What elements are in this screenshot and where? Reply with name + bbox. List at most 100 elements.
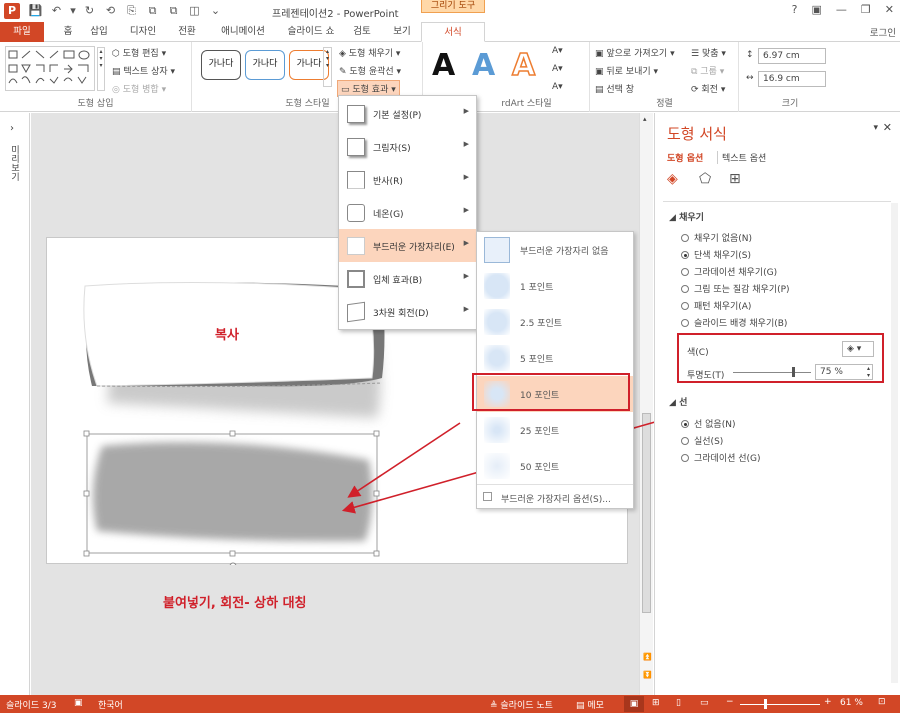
slide-sorter-icon[interactable]: ⊞ bbox=[652, 698, 660, 708]
edit-shape-button[interactable]: ⬡ 도형 편집 ▾ bbox=[112, 46, 166, 59]
tab-shape-options[interactable]: 도형 옵션 bbox=[667, 151, 703, 164]
menu-item-glow[interactable]: 네온(G) ▶ bbox=[339, 196, 476, 229]
shape-style-preset-2[interactable]: 가나다 bbox=[245, 50, 285, 80]
merge-shapes-button[interactable]: ◎ 도형 병합 ▾ bbox=[112, 82, 166, 95]
thumbnail-pane-label[interactable]: 미리보기 bbox=[8, 145, 21, 181]
soft-edge-options[interactable]: 부드러운 가장자리 옵션(S)... bbox=[477, 484, 633, 508]
tab-animations[interactable]: 애니메이션 bbox=[214, 22, 272, 42]
tab-text-options[interactable]: 텍스트 옵션 bbox=[717, 151, 766, 164]
wordart-style-orange[interactable]: A bbox=[511, 47, 536, 84]
tab-slideshow[interactable]: 슬라이드 쇼 bbox=[282, 22, 340, 42]
wordart-style-black[interactable]: A bbox=[432, 48, 455, 83]
shape-outline-button[interactable]: ✎ 도형 윤곽선 ▾ bbox=[339, 64, 401, 77]
undo-icon[interactable]: ↶ bbox=[49, 3, 64, 18]
pane-scrollbar[interactable] bbox=[891, 203, 898, 683]
soft-edge-25pt[interactable]: 25 포인트 bbox=[477, 412, 633, 448]
merge-icon[interactable]: ◫ bbox=[187, 3, 202, 18]
soft-edge-5pt[interactable]: 5 포인트 bbox=[477, 340, 633, 376]
soft-edge-none[interactable]: 부드러운 가장자리 없음 bbox=[477, 232, 633, 268]
fill-option-solid[interactable]: 단색 채우기(S) bbox=[681, 248, 751, 261]
shape-style-preset-1[interactable]: 가나다 bbox=[201, 50, 241, 80]
menu-item-bevel[interactable]: 입체 효과(B) ▶ bbox=[339, 262, 476, 295]
notes-button[interactable]: ≜ 슬라이드 노트 bbox=[490, 698, 553, 711]
tab-view[interactable]: 보기 bbox=[388, 22, 416, 42]
fit-slide-icon[interactable]: ⊡ bbox=[878, 697, 886, 707]
save-icon[interactable]: 💾 bbox=[28, 3, 43, 18]
menu-item-preset[interactable]: 기본 설정(P) ▶ bbox=[339, 97, 476, 130]
text-effects-icon[interactable]: A▾ bbox=[552, 82, 563, 92]
zoom-slider-thumb[interactable] bbox=[764, 699, 767, 709]
login-link[interactable]: 로그인 bbox=[870, 25, 896, 39]
zoom-level[interactable]: 61 % bbox=[840, 698, 863, 708]
line-option-none[interactable]: 선 없음(N) bbox=[681, 417, 735, 430]
tab-insert[interactable]: 삽입 bbox=[84, 22, 114, 42]
group-icon[interactable]: ⧉ bbox=[166, 3, 181, 18]
zoom-in-icon[interactable]: + bbox=[824, 697, 832, 707]
scroll-thumb[interactable] bbox=[642, 413, 651, 613]
vertical-scrollbar[interactable]: ▴ ⏫ ⏬ bbox=[639, 113, 653, 695]
soft-edge-50pt[interactable]: 50 포인트 bbox=[477, 448, 633, 484]
zoom-slider[interactable] bbox=[740, 704, 820, 705]
send-backward-button[interactable]: ▣ 뒤로 보내기 ▾ bbox=[595, 64, 658, 77]
ribbon-display-icon[interactable]: ▣ bbox=[812, 3, 822, 16]
shape-styles-scroll[interactable]: ▴ ▾ ▾ bbox=[323, 47, 332, 87]
next-slide-icon[interactable]: ⏬ bbox=[643, 671, 652, 679]
group-button[interactable]: ⧉ 그룹 ▾ bbox=[691, 64, 724, 77]
redo-icon[interactable]: ↻ bbox=[82, 3, 97, 18]
repeat-icon[interactable]: ⟲ bbox=[103, 3, 118, 18]
shape-height-input[interactable]: 6.97 cm bbox=[758, 48, 826, 64]
line-option-solid[interactable]: 실선(S) bbox=[681, 434, 723, 447]
text-box-button[interactable]: ▤ 텍스트 상자 ▾ bbox=[112, 64, 175, 77]
shape-width-input[interactable]: 16.9 cm bbox=[758, 71, 826, 87]
align-button[interactable]: ☰ 맞춤 ▾ bbox=[691, 46, 726, 59]
wordart-style-blue[interactable]: A bbox=[472, 48, 495, 83]
tab-file[interactable]: 파일 bbox=[0, 22, 44, 42]
text-outline-icon[interactable]: A▾ bbox=[552, 64, 563, 74]
fill-option-gradient[interactable]: 그라데이션 채우기(G) bbox=[681, 265, 777, 278]
rotate-button[interactable]: ⟳ 회전 ▾ bbox=[691, 82, 725, 95]
reading-view-icon[interactable]: ▯ bbox=[676, 698, 681, 708]
bring-forward-button[interactable]: ▣ 앞으로 가져오기 ▾ bbox=[595, 46, 675, 59]
prev-slide-icon[interactable]: ⏫ bbox=[643, 653, 652, 661]
pane-options-icon[interactable]: ▾ bbox=[873, 123, 878, 133]
scroll-up-icon[interactable]: ▴ bbox=[643, 115, 647, 123]
tab-design[interactable]: 디자인 bbox=[124, 22, 162, 42]
fill-line-icon[interactable]: ◈ bbox=[667, 171, 678, 187]
menu-item-3d-rotation[interactable]: 3차원 회전(D) ▶ bbox=[339, 295, 476, 328]
size-properties-icon[interactable]: ⊞ bbox=[729, 171, 741, 187]
menu-item-reflection[interactable]: 반사(R) ▶ bbox=[339, 163, 476, 196]
normal-view-icon[interactable]: ▣ bbox=[624, 696, 644, 712]
copy-format-icon[interactable]: ⎘ bbox=[124, 3, 139, 18]
menu-item-soft-edges[interactable]: 부드러운 가장자리(E) ▶ bbox=[339, 229, 476, 262]
line-option-gradient[interactable]: 그라데이션 선(G) bbox=[681, 451, 761, 464]
help-icon[interactable]: ? bbox=[792, 3, 798, 16]
tab-transitions[interactable]: 전환 bbox=[172, 22, 202, 42]
zoom-out-icon[interactable]: − bbox=[726, 697, 734, 707]
soft-edge-2-5pt[interactable]: 2.5 포인트 bbox=[477, 304, 633, 340]
fill-option-slide-bg[interactable]: 슬라이드 배경 채우기(B) bbox=[681, 316, 787, 329]
tab-format[interactable]: 서식 bbox=[421, 22, 485, 42]
fill-option-pattern[interactable]: 패턴 채우기(A) bbox=[681, 299, 751, 312]
shape-fill-button[interactable]: ◈ 도형 채우기 ▾ bbox=[339, 46, 400, 59]
shapes-gallery[interactable] bbox=[5, 46, 95, 91]
pane-close-icon[interactable]: ✕ bbox=[883, 121, 892, 134]
selection-pane-button[interactable]: ▤ 선택 창 bbox=[595, 82, 634, 95]
ungroup-icon[interactable]: ⧉ bbox=[145, 3, 160, 18]
tab-review[interactable]: 검토 bbox=[348, 22, 376, 42]
effects-pentagon-icon[interactable]: ⬠ bbox=[699, 171, 711, 187]
text-fill-icon[interactable]: A▾ bbox=[552, 46, 563, 56]
comments-button[interactable]: ▤ 메모 bbox=[576, 698, 604, 711]
expand-chevron-icon[interactable]: › bbox=[10, 123, 14, 134]
soft-edge-1pt[interactable]: 1 포인트 bbox=[477, 268, 633, 304]
fill-option-picture[interactable]: 그림 또는 질감 채우기(P) bbox=[681, 282, 790, 295]
minimize-icon[interactable]: — bbox=[836, 3, 847, 16]
shapes-gallery-scroll[interactable]: ▴ ▾ ▾ bbox=[97, 47, 105, 91]
dropdown-icon[interactable]: ▾ bbox=[70, 3, 76, 18]
more-icon[interactable]: ⌄ bbox=[208, 3, 223, 18]
slideshow-icon[interactable]: ▭ bbox=[700, 698, 709, 708]
fill-section-header[interactable]: ◢ 채우기 bbox=[669, 210, 704, 223]
close-icon[interactable]: ✕ bbox=[885, 3, 894, 16]
line-section-header[interactable]: ◢ 선 bbox=[669, 395, 687, 408]
menu-item-shadow[interactable]: 그림자(S) ▶ bbox=[339, 130, 476, 163]
tab-home[interactable]: 홈 bbox=[54, 22, 82, 42]
